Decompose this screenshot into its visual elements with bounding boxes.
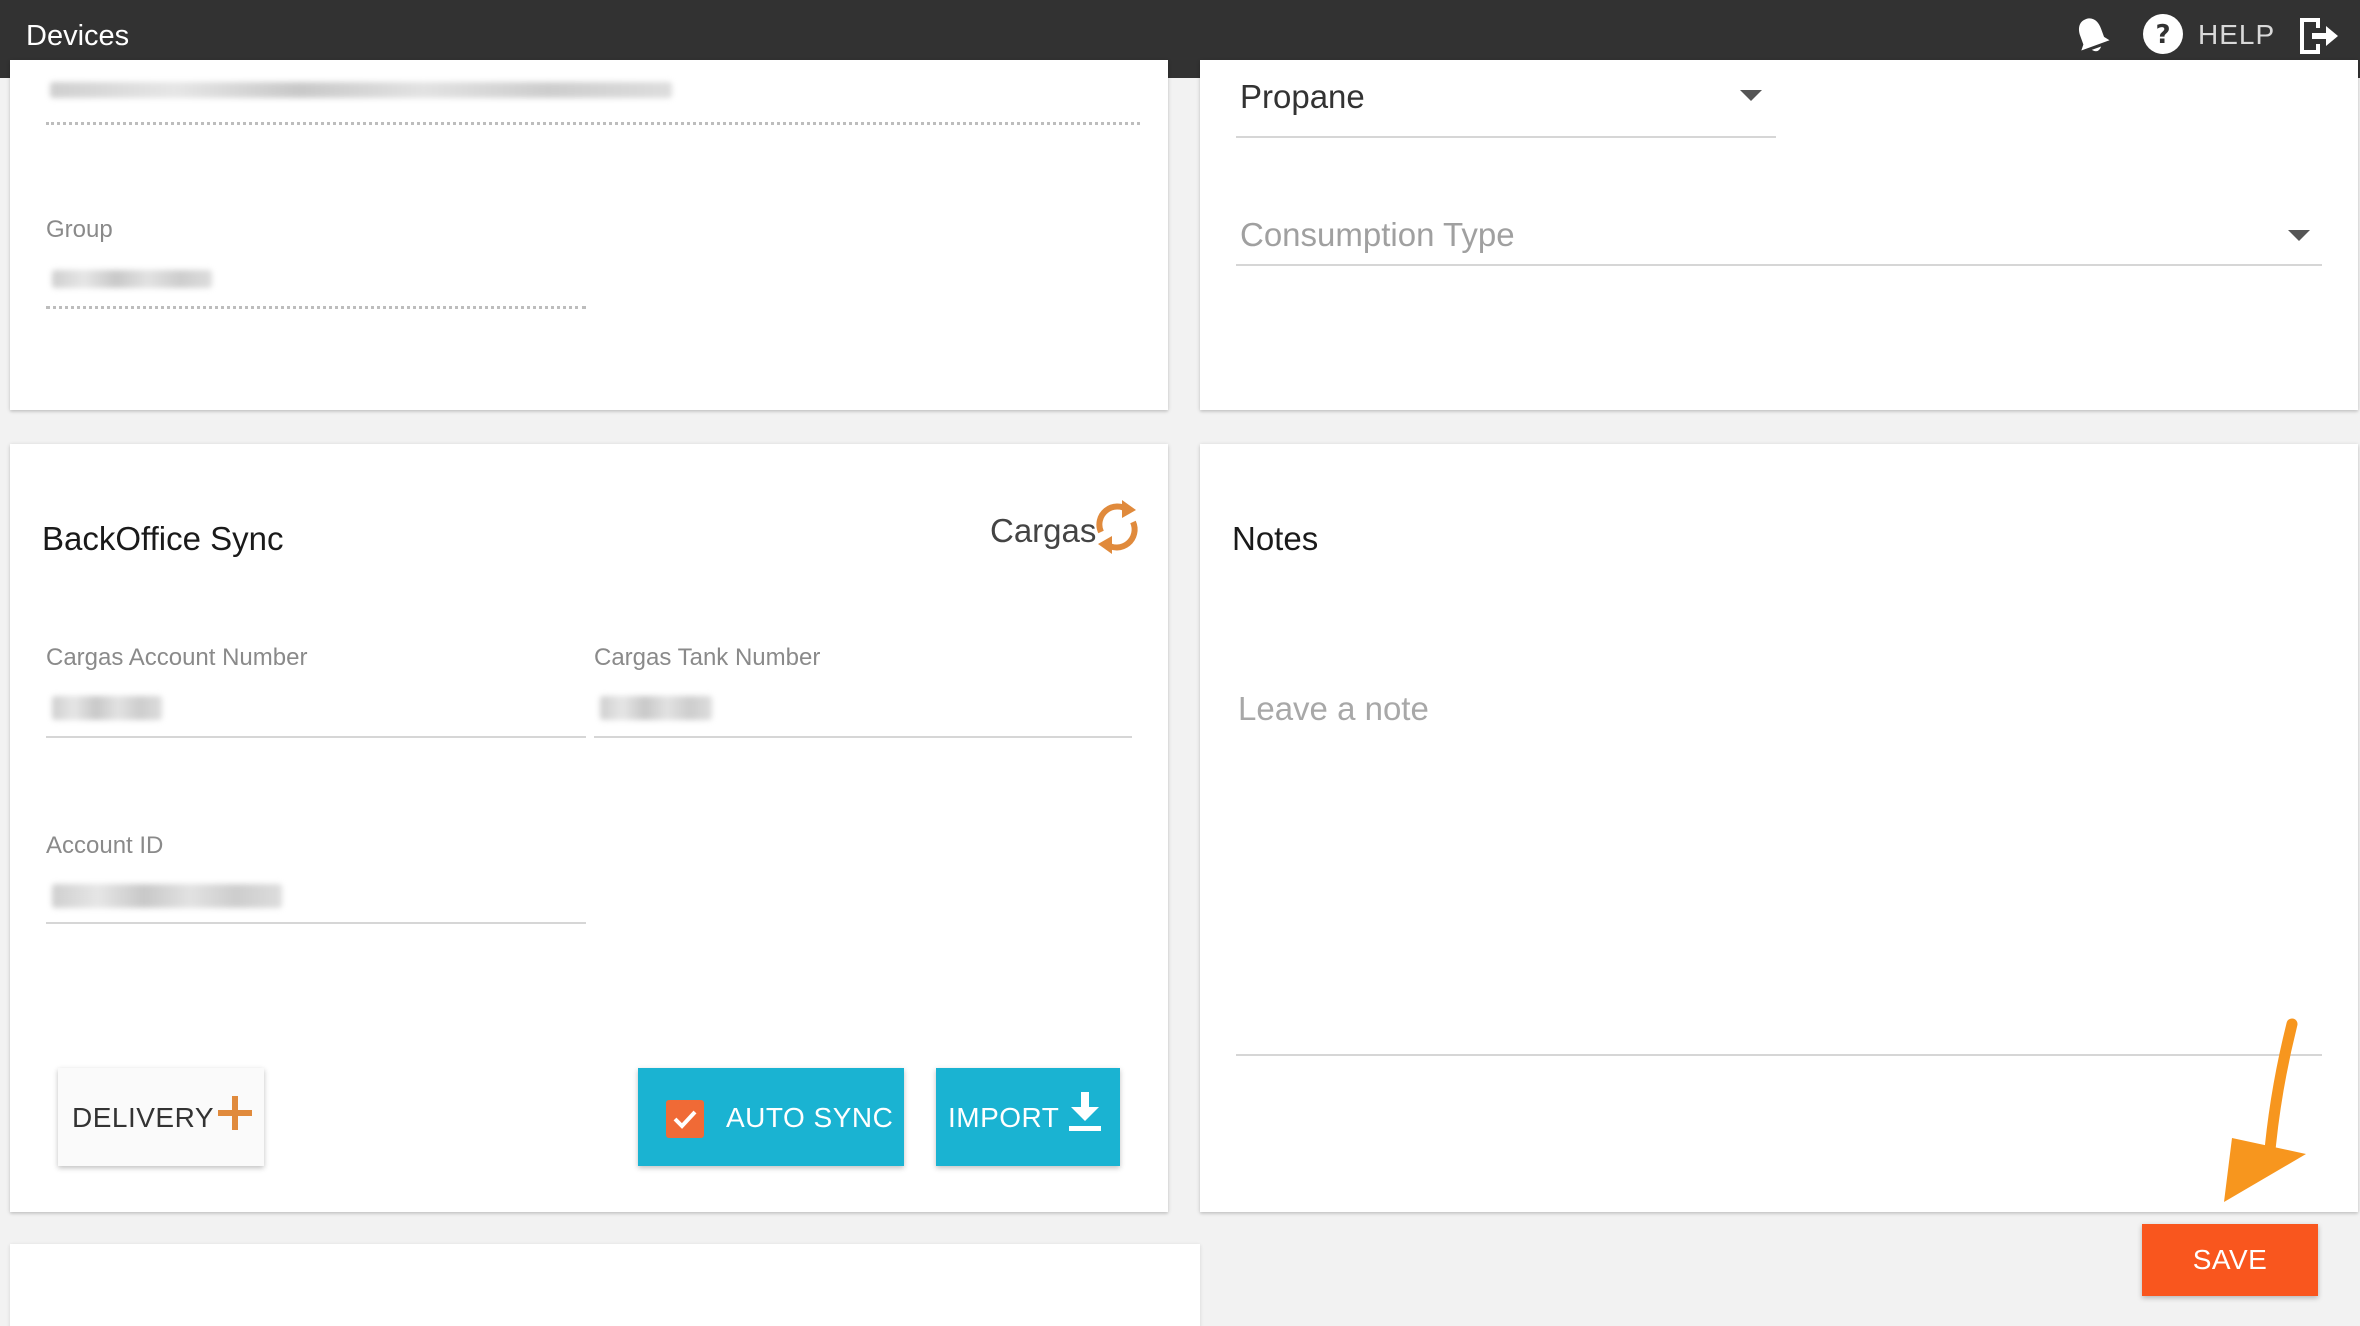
account-number-label: Cargas Account Number <box>46 644 308 671</box>
device-info-card: Group <box>10 60 1168 410</box>
auto-sync-button[interactable]: AUTO SYNC <box>638 1068 904 1166</box>
checkbox[interactable] <box>666 1100 704 1138</box>
import-label: IMPORT <box>948 1102 1060 1133</box>
account-id-value[interactable] <box>52 884 282 908</box>
next-card <box>10 1244 1200 1326</box>
download-icon <box>1069 1092 1101 1131</box>
svg-text:?: ? <box>2155 20 2170 50</box>
notes-textarea[interactable]: Leave a note <box>1236 644 2322 1056</box>
notes-card: Notes Leave a note <box>1200 444 2358 1212</box>
sync-icon[interactable] <box>1092 498 1142 556</box>
notes-placeholder: Leave a note <box>1238 690 1429 727</box>
field-underline <box>46 922 586 924</box>
field-underline <box>594 736 1132 738</box>
consumption-type-select[interactable]: Consumption Type <box>1236 210 2322 266</box>
fuel-settings-card: Propane Consumption Type <box>1200 60 2358 410</box>
section-title: BackOffice Sync <box>42 520 284 557</box>
chevron-down-icon <box>1740 90 1762 101</box>
select-underline <box>1236 136 1776 138</box>
logout-icon[interactable] <box>2296 14 2340 58</box>
tank-number-value[interactable] <box>600 696 712 720</box>
auto-sync-label: AUTO SYNC <box>726 1102 894 1133</box>
help-link[interactable]: HELP <box>2198 19 2275 51</box>
delivery-button[interactable]: DELIVERY <box>58 1068 264 1166</box>
textarea-underline <box>1236 1054 2322 1056</box>
delivery-button-label: DELIVERY <box>72 1102 214 1133</box>
annotation-arrow-icon <box>2224 1018 2306 1202</box>
fuel-type-value: Propane <box>1240 78 1365 115</box>
consumption-type-placeholder: Consumption Type <box>1240 216 1515 253</box>
chevron-down-icon <box>2288 230 2310 241</box>
check-icon <box>673 1110 697 1129</box>
save-button-label: SAVE <box>2192 1244 2268 1275</box>
field-underline <box>46 736 586 738</box>
import-button[interactable]: IMPORT <box>936 1068 1120 1166</box>
field-underline <box>46 306 586 309</box>
select-underline <box>1236 264 2322 266</box>
page-title: Devices <box>26 20 130 52</box>
plus-icon <box>218 1096 252 1130</box>
tank-number-label: Cargas Tank Number <box>594 644 821 671</box>
bell-icon[interactable] <box>2072 14 2112 58</box>
save-button[interactable]: SAVE <box>2142 1224 2318 1296</box>
redacted-value <box>50 82 672 98</box>
account-number-value[interactable] <box>52 696 162 720</box>
backoffice-sync-card: BackOffice Sync Cargas Cargas Account Nu… <box>10 444 1168 1212</box>
group-value[interactable] <box>52 270 212 288</box>
field-underline <box>46 122 1140 125</box>
account-id-label: Account ID <box>46 832 164 859</box>
help-icon[interactable]: ? <box>2142 13 2184 55</box>
fuel-type-select[interactable]: Propane <box>1236 74 1776 138</box>
group-label: Group <box>46 216 113 243</box>
section-title: Notes <box>1232 520 1319 557</box>
provider-label: Cargas <box>990 512 1097 549</box>
